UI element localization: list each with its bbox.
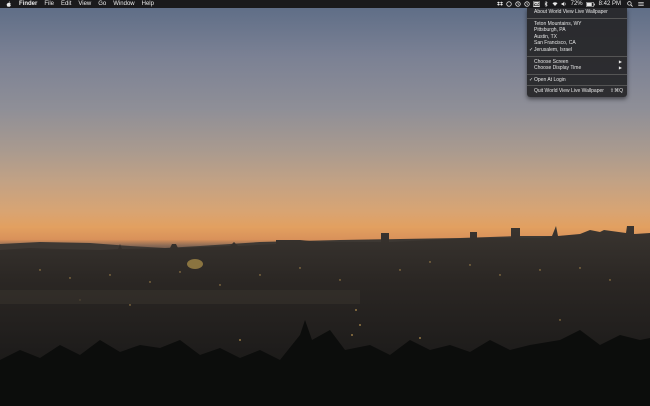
- submenu-arrow-icon: ▶: [618, 58, 622, 64]
- location-icon[interactable]: [505, 1, 512, 7]
- battery-icon[interactable]: [585, 1, 595, 7]
- menu-view[interactable]: View: [78, 0, 91, 8]
- bluetooth-icon[interactable]: [543, 1, 549, 7]
- menu-item-about[interactable]: About World View Live Wallpaper: [527, 9, 627, 16]
- time-machine-icon[interactable]: [523, 1, 530, 7]
- menu-bar: Finder File Edit View Go Window Help 72%…: [0, 0, 650, 8]
- menu-item-location-pittsburgh[interactable]: Pittsburgh, PA: [527, 27, 627, 34]
- menu-item-location-austin[interactable]: Austin, TX: [527, 34, 627, 41]
- menu-file[interactable]: File: [44, 0, 54, 8]
- spotlight-search-icon[interactable]: [627, 1, 633, 7]
- menu-separator: [527, 17, 627, 19]
- apple-icon[interactable]: [6, 1, 12, 7]
- battery-percentage[interactable]: 72%: [571, 0, 583, 8]
- checkmark-icon: ✓: [529, 46, 534, 53]
- menu-item-quit[interactable]: Quit World View Live Wallpaper ⇧⌘Q: [527, 88, 627, 95]
- menubar-clock[interactable]: 8:42 PM: [599, 0, 621, 8]
- menu-item-location-teton[interactable]: Teton Mountains, WY: [527, 21, 627, 28]
- notification-center-icon[interactable]: [638, 1, 644, 7]
- menu-edit[interactable]: Edit: [61, 0, 71, 8]
- checkmark-icon: ✓: [529, 76, 534, 83]
- menu-separator: [527, 85, 627, 87]
- menu-item-location-jerusalem[interactable]: ✓ Jerusalem, Israel: [527, 47, 627, 54]
- sync-icon[interactable]: [514, 1, 521, 7]
- menu-item-choose-display-time[interactable]: Choose Display Time ▶: [527, 65, 627, 72]
- desktop-wallpaper: Finder File Edit View Go Window Help 72%…: [0, 0, 650, 406]
- menu-item-location-san-francisco[interactable]: San Francisco, CA: [527, 40, 627, 47]
- menu-item-open-at-login[interactable]: ✓ Open At Login: [527, 77, 627, 84]
- quit-shortcut: ⇧⌘Q: [609, 88, 623, 95]
- menu-item-choose-screen[interactable]: Choose Screen ▶: [527, 59, 627, 66]
- menu-go[interactable]: Go: [98, 0, 106, 8]
- world-view-wallpaper-icon[interactable]: [532, 1, 540, 7]
- menu-window[interactable]: Window: [113, 0, 134, 8]
- menu-separator: [527, 55, 627, 57]
- volume-icon[interactable]: [561, 1, 567, 7]
- world-view-wallpaper-menu: About World View Live Wallpaper Teton Mo…: [527, 8, 627, 97]
- menu-separator: [527, 73, 627, 75]
- submenu-arrow-icon: ▶: [618, 65, 622, 71]
- wifi-icon[interactable]: [552, 1, 558, 7]
- menu-app-finder[interactable]: Finder: [19, 0, 37, 8]
- dropbox-icon[interactable]: [496, 1, 503, 7]
- menu-help[interactable]: Help: [142, 0, 154, 8]
